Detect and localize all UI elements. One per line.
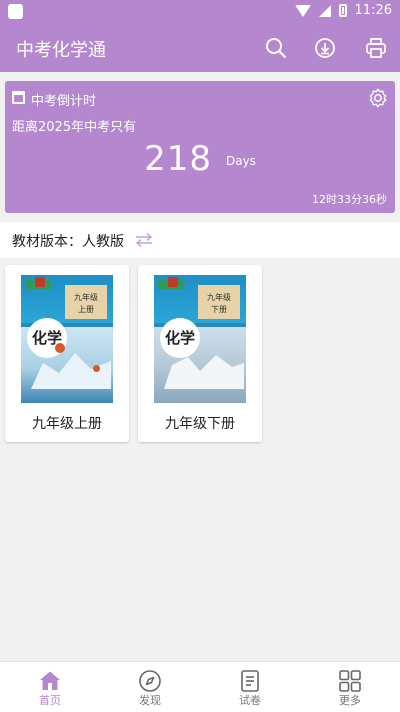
- app-title: 中考化学通: [16, 40, 106, 61]
- calendar-icon: [12, 91, 25, 104]
- search-icon[interactable]: [264, 36, 288, 60]
- nav-more[interactable]: 更多: [300, 662, 400, 712]
- wifi-icon: [294, 4, 311, 17]
- book-card-grade9-vol2[interactable]: 九年级 下册 化学 九年级下册: [138, 265, 262, 442]
- print-icon[interactable]: [364, 36, 388, 60]
- download-icon[interactable]: [313, 36, 337, 60]
- book-title: 九年级下册: [165, 416, 235, 432]
- settings-icon[interactable]: [367, 87, 389, 109]
- days-unit: Days: [225, 153, 256, 168]
- book-title: 九年级上册: [32, 416, 102, 432]
- notification-icon: [8, 4, 23, 19]
- edition-label: 教材版本：人教版: [12, 234, 124, 250]
- home-icon: [40, 671, 60, 690]
- document-icon: [241, 670, 259, 692]
- days-value: 218: [144, 139, 212, 179]
- status-bar: 11:26: [0, 0, 400, 24]
- countdown-number: 218 Days: [5, 139, 395, 179]
- cover-grade-label: 九年级 下册: [198, 285, 240, 319]
- edition-row[interactable]: 教材版本：人教版: [0, 222, 400, 258]
- status-icons: 11:26: [294, 3, 392, 18]
- countdown-label: 中考倒计时: [31, 94, 97, 109]
- app-bar: 中考化学通: [0, 24, 400, 72]
- compass-icon: [139, 670, 161, 692]
- book-cover: 九年级 上册 化学: [21, 275, 113, 403]
- cover-grade-label: 九年级 上册: [65, 285, 107, 319]
- nav-discover[interactable]: 发现: [100, 662, 200, 712]
- signal-icon: [318, 4, 331, 17]
- battery-icon: [338, 4, 347, 17]
- nav-label: 更多: [339, 694, 361, 707]
- book-card-grade9-vol1[interactable]: 九年级 上册 化学 九年级上册: [5, 265, 129, 442]
- swap-icon[interactable]: [135, 232, 153, 248]
- countdown-card: 中考倒计时 距离2025年中考只有 218 Days 12时33分36秒: [5, 81, 395, 213]
- cover-chem-title: 化学: [160, 318, 200, 358]
- status-time: 11:26: [354, 3, 392, 18]
- book-cover: 九年级 下册 化学: [154, 275, 246, 403]
- bottom-nav: 首页 发现 试卷 更多: [0, 661, 400, 712]
- nav-papers[interactable]: 试卷: [200, 662, 300, 712]
- nav-label: 试卷: [239, 694, 261, 707]
- grid-icon: [339, 670, 361, 692]
- countdown-time: 12时33分36秒: [312, 193, 387, 206]
- nav-label: 发现: [139, 694, 161, 707]
- nav-home[interactable]: 首页: [0, 662, 100, 712]
- countdown-subtitle: 距离2025年中考只有: [12, 120, 137, 135]
- nav-label: 首页: [39, 694, 61, 707]
